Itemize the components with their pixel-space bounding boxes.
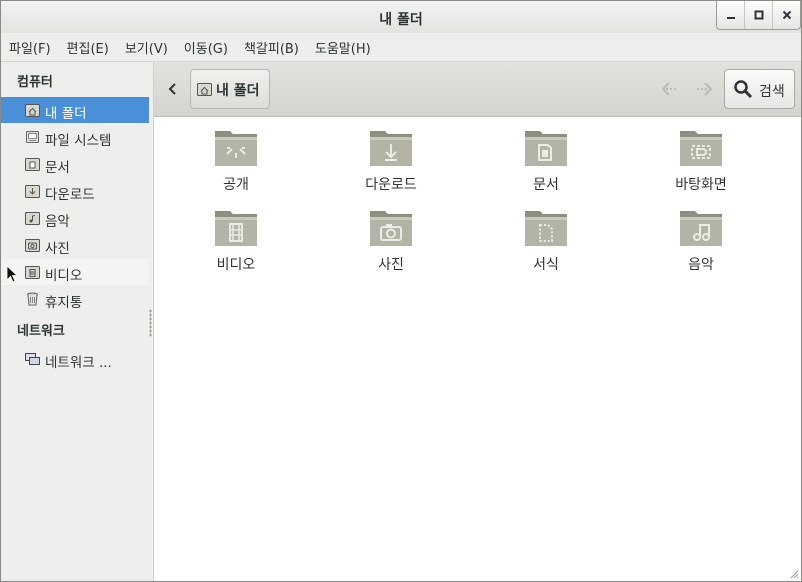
sidebar-item-home[interactable]: 내 폴더 <box>1 97 149 123</box>
window-title: 내 폴더 <box>379 12 423 28</box>
sidebar-item-videos[interactable]: 비디오 <box>1 259 149 285</box>
folder-item-templates[interactable]: 서식 <box>491 199 601 273</box>
menu-edit[interactable]: 편집(E) <box>59 38 117 57</box>
sidebar: 컴퓨터 내 폴더 파일 시스템 문서 다운로드 음악 사진 비디오 휴지통 네트… <box>1 62 154 581</box>
folder-label: 문서 <box>533 177 559 193</box>
folder-label: 다운로드 <box>365 177 417 193</box>
maximize-icon <box>754 10 763 20</box>
drive-icon <box>26 131 39 143</box>
breadcrumb-label: 내 폴더 <box>216 83 260 99</box>
folder-item-public[interactable]: 공개 <box>181 119 291 193</box>
music-folder-icon <box>680 211 722 246</box>
folder-item-pictures[interactable]: 사진 <box>336 199 446 273</box>
folder-item-desktop[interactable]: 바탕화면 <box>646 119 756 193</box>
documents-folder-icon <box>525 131 567 166</box>
sidebar-item-label: 다운로드 <box>45 187 95 203</box>
folder-label: 비디오 <box>216 257 256 273</box>
folder-label: 사진 <box>378 257 404 273</box>
sidebar-resize-handle[interactable] <box>149 309 152 337</box>
home-folder-icon <box>25 104 40 117</box>
sidebar-item-label: 비디오 <box>45 268 83 284</box>
folder-item-downloads[interactable]: 다운로드 <box>336 119 446 193</box>
search-icon <box>734 80 753 99</box>
menu-help[interactable]: 도움말(H) <box>307 38 379 57</box>
home-folder-icon <box>197 83 212 96</box>
music-folder-icon <box>25 212 40 225</box>
network-icon <box>25 353 40 365</box>
video-folder-icon <box>215 211 257 246</box>
sidebar-item-label: 네트워크 ... <box>45 355 112 371</box>
sidebar-item-music[interactable]: 음악 <box>1 205 149 231</box>
video-folder-icon <box>25 266 40 279</box>
trash-icon <box>27 292 38 306</box>
sidebar-item-pictures[interactable]: 사진 <box>1 232 149 258</box>
templates-folder-icon <box>525 211 567 246</box>
download-folder-icon <box>370 131 412 166</box>
file-manager-window: 내 폴더 파일(F) 편집(E) 보기(V) 이동(G) 책갈피(B) 도움말(… <box>0 0 802 582</box>
sidebar-section-computer: 컴퓨터 <box>17 75 53 90</box>
breadcrumb-home[interactable]: 내 폴더 <box>190 69 270 109</box>
search-label: 검색 <box>759 84 785 100</box>
folder-label: 바탕화면 <box>675 177 727 193</box>
window-controls <box>716 1 801 30</box>
sidebar-item-label: 내 폴더 <box>45 106 87 122</box>
menu-bar: 파일(F) 편집(E) 보기(V) 이동(G) 책갈피(B) 도움말(H) <box>1 33 801 62</box>
documents-folder-icon <box>25 158 40 171</box>
sidebar-item-label: 사진 <box>45 241 70 257</box>
public-folder-icon <box>215 131 257 166</box>
pictures-folder-icon <box>25 239 40 252</box>
folder-label: 음악 <box>688 257 714 273</box>
folder-item-music[interactable]: 음악 <box>646 199 756 273</box>
sidebar-item-documents[interactable]: 문서 <box>1 151 149 177</box>
close-button[interactable] <box>772 1 800 29</box>
close-icon <box>782 10 791 20</box>
download-folder-icon <box>25 185 40 198</box>
pictures-folder-icon <box>370 211 412 246</box>
menu-go[interactable]: 이동(G) <box>176 38 236 57</box>
sidebar-item-filesystem[interactable]: 파일 시스템 <box>1 124 149 150</box>
sidebar-item-network[interactable]: 네트워크 ... <box>1 346 149 372</box>
sidebar-item-downloads[interactable]: 다운로드 <box>1 178 149 204</box>
minimize-icon <box>726 17 735 19</box>
resize-grip-icon[interactable] <box>789 569 799 579</box>
sidebar-item-label: 파일 시스템 <box>45 133 112 149</box>
menu-bookmarks[interactable]: 책갈피(B) <box>236 38 307 57</box>
sidebar-section-network: 네트워크 <box>17 324 65 339</box>
title-bar[interactable]: 내 폴더 <box>1 1 801 34</box>
forward-arrow-icon[interactable] <box>693 77 717 101</box>
toolbar: 내 폴더 검색 <box>154 62 801 117</box>
folder-item-videos[interactable]: 비디오 <box>181 199 291 273</box>
folder-item-documents[interactable]: 문서 <box>491 119 601 193</box>
menu-view[interactable]: 보기(V) <box>117 38 176 57</box>
minimize-button[interactable] <box>717 1 744 29</box>
back-arrow-icon[interactable] <box>657 77 681 101</box>
maximize-button[interactable] <box>744 1 772 29</box>
mouse-cursor-icon <box>6 265 18 283</box>
sidebar-item-label: 음악 <box>45 214 70 230</box>
chevron-left-icon[interactable] <box>166 79 180 99</box>
search-button[interactable]: 검색 <box>724 69 795 109</box>
file-view: 공개 다운로드 문서 바탕화면 비디오 사진 서식 음악 <box>154 117 801 581</box>
desktop-folder-icon <box>680 131 722 166</box>
sidebar-item-label: 휴지통 <box>45 295 83 311</box>
sidebar-item-trash[interactable]: 휴지통 <box>1 286 149 312</box>
folder-label: 서식 <box>533 257 559 273</box>
sidebar-item-label: 문서 <box>45 160 70 176</box>
folder-label: 공개 <box>223 177 249 193</box>
menu-file[interactable]: 파일(F) <box>1 38 59 57</box>
